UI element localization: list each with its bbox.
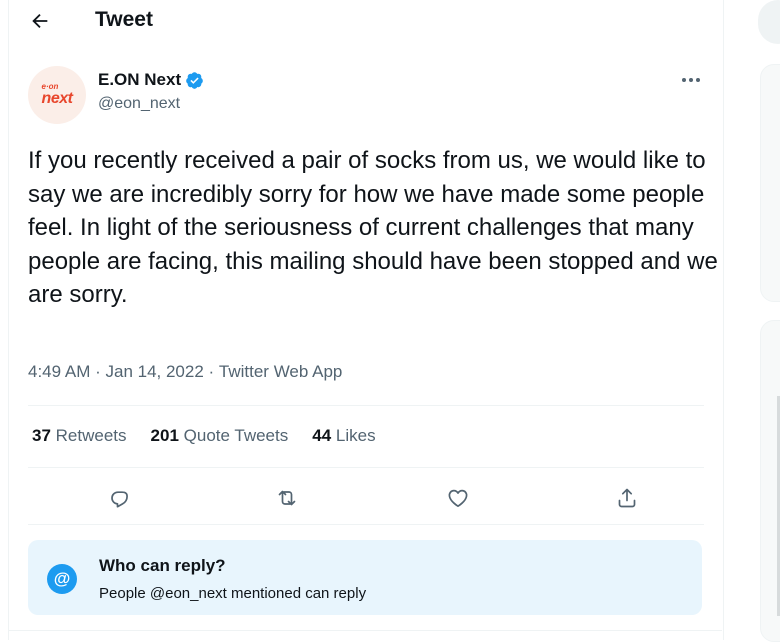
quote-tweets-count: 201 bbox=[150, 426, 179, 445]
share-button[interactable] bbox=[613, 484, 641, 512]
tweet-date[interactable]: Jan 14, 2022 bbox=[105, 362, 203, 382]
reply-restriction-title: Who can reply? bbox=[99, 556, 226, 575]
reply-restriction-notice: @ Who can reply? People @eon_next mentio… bbox=[28, 540, 702, 615]
meta-separator: · bbox=[90, 362, 106, 381]
tweet-column: Tweet e·on next E.ON Next @eon_next If y… bbox=[8, 0, 724, 640]
tweet-time[interactable]: 4:49 AM bbox=[28, 362, 90, 382]
tweet-meta: 4:49 AM · Jan 14, 2022 · Twitter Web App bbox=[28, 362, 342, 382]
share-icon bbox=[618, 488, 636, 508]
arrow-left-icon bbox=[32, 13, 48, 29]
tweet-actions bbox=[28, 476, 704, 520]
tweet-stats: 37 Retweets 201 Quote Tweets 44 Likes bbox=[32, 426, 400, 446]
reply-restriction-subtitle: People @eon_next mentioned can reply bbox=[99, 585, 367, 602]
retweet-icon bbox=[278, 490, 296, 506]
like-button[interactable] bbox=[444, 484, 472, 512]
reply-button[interactable] bbox=[106, 484, 134, 512]
retweets-count: 37 bbox=[32, 426, 51, 445]
divider bbox=[28, 467, 704, 468]
meta-separator: · bbox=[203, 362, 219, 381]
author-handle[interactable]: @eon_next bbox=[98, 95, 180, 113]
retweets-stat[interactable]: 37 Retweets bbox=[32, 426, 127, 446]
avatar-logo-large: next bbox=[41, 90, 73, 107]
divider bbox=[8, 630, 722, 631]
tweet-source[interactable]: Twitter Web App bbox=[219, 362, 342, 382]
retweet-button[interactable] bbox=[273, 484, 301, 512]
reply-icon bbox=[111, 491, 128, 508]
more-options-button[interactable] bbox=[679, 70, 703, 90]
sidebar-search-field[interactable] bbox=[758, 0, 780, 44]
verified-badge-icon bbox=[186, 71, 203, 89]
like-icon bbox=[448, 489, 468, 508]
page-title: Tweet bbox=[95, 8, 153, 31]
page-header: Tweet bbox=[9, 0, 723, 42]
author-name[interactable]: E.ON Next bbox=[98, 70, 181, 90]
back-button[interactable] bbox=[27, 8, 53, 34]
author-name-row: E.ON Next bbox=[98, 70, 204, 90]
quote-tweets-label: Quote Tweets bbox=[183, 426, 289, 445]
likes-label: Likes bbox=[335, 426, 376, 445]
at-sign-icon: @ bbox=[47, 564, 77, 594]
more-dots-icon bbox=[682, 78, 700, 82]
likes-stat[interactable]: 44 Likes bbox=[312, 426, 375, 446]
divider bbox=[28, 524, 704, 525]
divider bbox=[28, 405, 704, 406]
likes-count: 44 bbox=[312, 426, 332, 445]
tweet-text: If you recently received a pair of socks… bbox=[28, 147, 718, 308]
sidebar-card bbox=[760, 64, 780, 302]
retweets-label: Retweets bbox=[55, 426, 127, 445]
avatar[interactable]: e·on next bbox=[28, 66, 86, 124]
quote-tweets-stat[interactable]: 201 Quote Tweets bbox=[151, 426, 289, 446]
